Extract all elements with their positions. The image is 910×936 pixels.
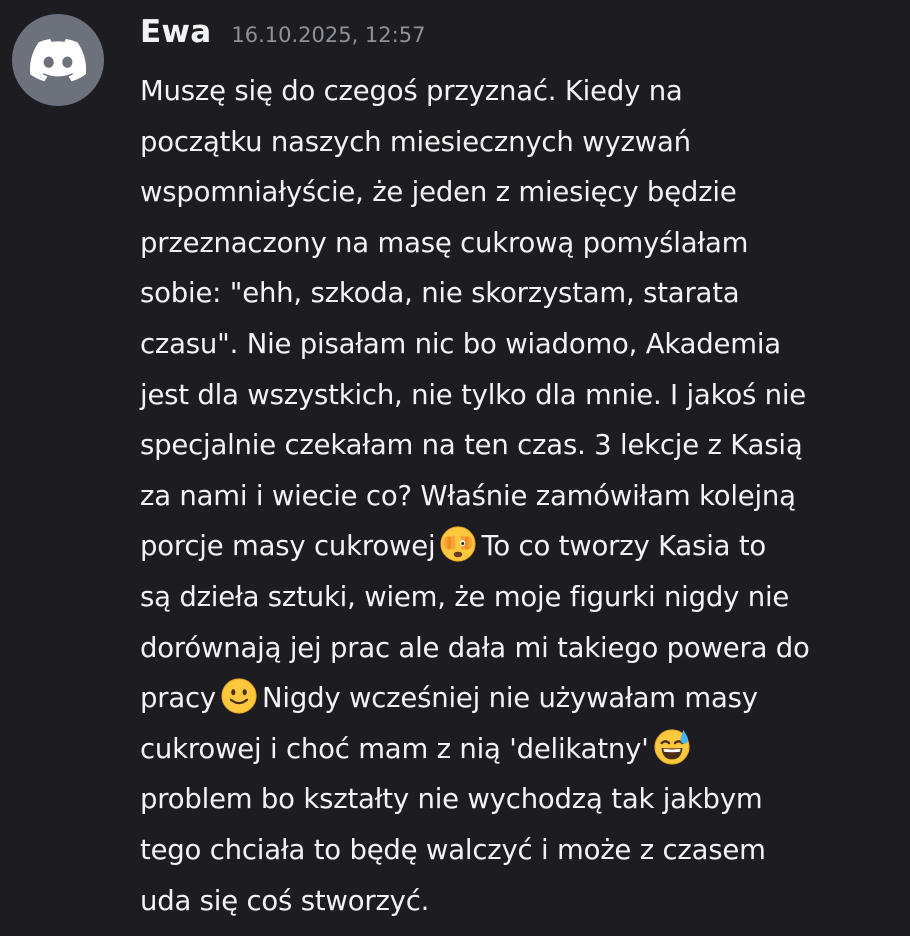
slightly-smiling-face-emoji-icon[interactable]: [220, 677, 258, 715]
message-line: jest dla wszystkich, nie tylko dla mnie.…: [140, 378, 806, 411]
message-line: początku naszych miesiecznych wyzwań: [140, 125, 691, 158]
message-text: To co tworzy Kasia to: [481, 530, 767, 563]
message-content: Muszę się do czegoś przyznać. Kiedy na p…: [140, 66, 910, 926]
message-header: Ewa 16.10.2025, 12:57: [140, 14, 425, 62]
message-line: przeznaczony na masę cukrową pomyślałam: [140, 226, 749, 259]
message-line: są dzieła sztuki, wiem, że moje figurki …: [140, 580, 790, 613]
message-text: cukrowej i choć mam z nią 'delikatny': [140, 732, 649, 765]
message-line: tego chciała to będę walczyć i może z cz…: [140, 833, 766, 866]
message-timestamp: 16.10.2025, 12:57: [231, 23, 426, 47]
message-line: uda się coś stworzyć.: [140, 884, 430, 917]
message-line: specjalnie czekałam na ten czas. 3 lekcj…: [140, 429, 803, 462]
discord-logo-icon: [30, 38, 86, 82]
message-line: problem bo kształty nie wychodzą tak jak…: [140, 783, 763, 816]
message-line: pracy Nigdy wcześniej nie używałam masy: [140, 673, 910, 724]
message-line: za nami i wiecie co? Właśnie zamówiłam k…: [140, 479, 796, 512]
author-name[interactable]: Ewa: [140, 14, 211, 50]
message-line: wspomniałyście, że jeden z miesięcy będz…: [140, 176, 737, 209]
face-with-peeking-eye-emoji-icon[interactable]: [439, 525, 477, 563]
message-text: porcje masy cukrowej: [140, 530, 436, 563]
avatar[interactable]: [12, 14, 104, 106]
chat-message: Ewa 16.10.2025, 12:57 Muszę się do czego…: [0, 0, 910, 936]
message-text: pracy: [140, 682, 217, 715]
grinning-face-with-sweat-emoji-icon[interactable]: [653, 728, 691, 766]
message-line: cukrowej i choć mam z nią 'delikatny': [140, 724, 910, 775]
message-line: porcje masy cukrowej To co tworzy Kasia …: [140, 521, 910, 572]
message-line: czasu". Nie pisałam nic bo wiadomo, Akad…: [140, 327, 781, 360]
message-line: dorównają jej prac ale dała mi takiego p…: [140, 631, 810, 664]
message-line: sobie: "ehh, szkoda, nie skorzystam, sta…: [140, 277, 740, 310]
message-text: Nigdy wcześniej nie używałam masy: [262, 682, 758, 715]
message-line: Muszę się do czegoś przyznać. Kiedy na: [140, 75, 683, 107]
